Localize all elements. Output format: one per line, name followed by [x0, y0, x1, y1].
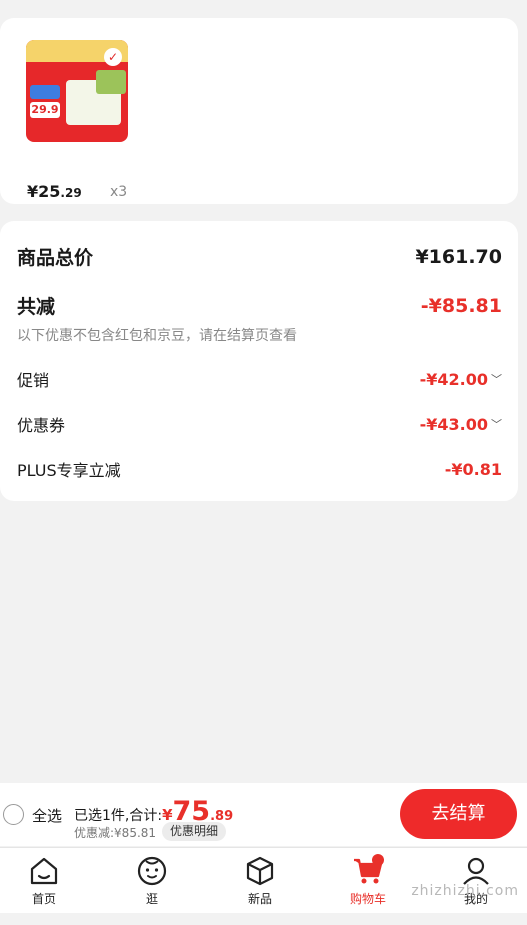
select-all-checkbox[interactable] [3, 804, 24, 825]
tab-new[interactable]: 新品 [228, 854, 292, 907]
coupon-label: 优惠券 [17, 416, 66, 435]
tab-home[interactable]: 首页 [12, 854, 76, 907]
home-icon [12, 854, 76, 888]
plus-value: -¥0.81 [444, 459, 502, 479]
reduce-label: 共减 [17, 296, 56, 318]
plus-label: PLUS专享立减 [17, 461, 121, 480]
product-card: 29.9 ✓ ¥25.29 x3 [0, 18, 518, 204]
checkout-button[interactable]: 去结算 [400, 789, 517, 839]
box-icon [228, 854, 292, 888]
product-thumbnail[interactable]: 29.9 ✓ [26, 40, 128, 142]
discount-detail-button[interactable]: 优惠明细 [162, 822, 227, 841]
bottom-tab-bar: 首页 逛 新品 购物车 我的 zhizhizhi.com [0, 847, 527, 913]
item-price: ¥25.29 [27, 182, 82, 201]
price-summary-card: 商品总价 ¥161.70 共减 -¥85.81 促销 -¥42.00 ﹀ 优惠券 … [0, 221, 518, 501]
chevron-down-icon: ﹀ [491, 373, 502, 386]
promo-label: 促销 [17, 371, 50, 390]
total-row: 商品总价 ¥161.70 [17, 243, 502, 270]
thumbnail-price-tag: 29.9 [30, 102, 60, 118]
cart-badge [372, 854, 384, 866]
promo-row[interactable]: 促销 -¥42.00 ﹀ [17, 367, 502, 391]
select-all-label[interactable]: 全选 [32, 805, 62, 826]
tab-browse[interactable]: 逛 [120, 854, 184, 907]
check-icon: ✓ [104, 48, 122, 66]
reduce-value: -¥85.81 [420, 294, 502, 317]
cart-icon [336, 854, 400, 888]
discount-note: 以下优惠不包含红包和京豆，请在结算页查看 [17, 328, 297, 344]
total-value: ¥161.70 [415, 245, 502, 268]
discount-amount: 优惠减:¥85.81 [74, 826, 157, 840]
promo-value: -¥42.00 [419, 369, 488, 389]
item-quantity: x3 [110, 184, 128, 200]
coupon-value: -¥43.00 [419, 414, 488, 434]
chevron-down-icon: ﹀ [491, 418, 502, 431]
bottom-strip [0, 913, 527, 925]
checkout-bar: 全选 已选1件,合计:¥75.89 优惠减:¥85.81 优惠明细 去结算 [0, 783, 527, 846]
reduce-row: 共减 -¥85.81 [17, 292, 502, 319]
watermark: zhizhizhi.com [411, 883, 519, 899]
tab-me[interactable]: 我的 [444, 854, 508, 907]
plus-row: PLUS专享立减 -¥0.81 [17, 457, 502, 481]
total-label: 商品总价 [17, 247, 94, 269]
coupon-row[interactable]: 优惠券 -¥43.00 ﹀ [17, 412, 502, 436]
face-icon [120, 854, 184, 888]
tab-cart[interactable]: 购物车 [336, 854, 400, 907]
